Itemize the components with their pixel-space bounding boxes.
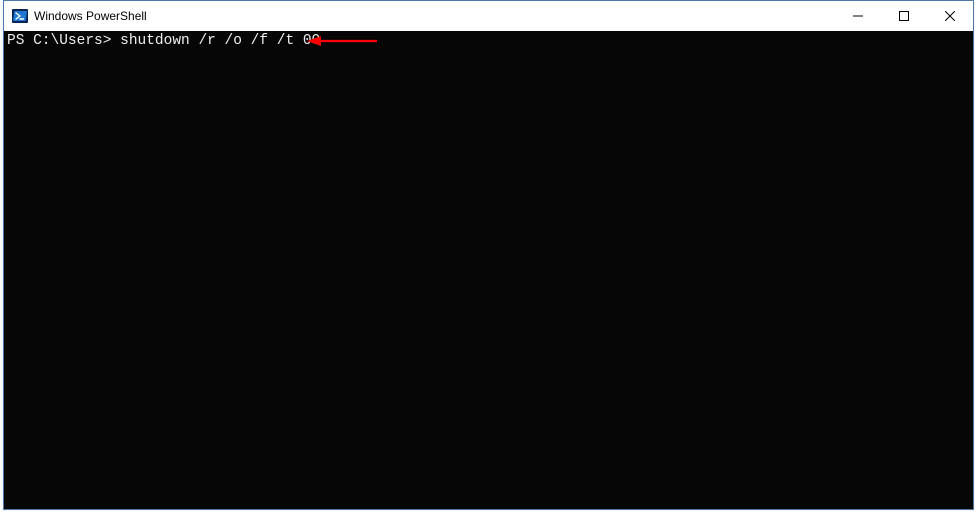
prompt: PS C:\Users> <box>7 33 120 49</box>
close-button[interactable] <box>927 1 973 31</box>
command-text: shutdown /r /o /f /t 00 <box>120 33 320 49</box>
minimize-icon <box>853 11 863 21</box>
powershell-window: Windows PowerShell PS C:\Users> shutdow <box>3 0 974 510</box>
powershell-icon <box>12 8 28 24</box>
titlebar[interactable]: Windows PowerShell <box>4 1 973 31</box>
window-title: Windows PowerShell <box>34 9 835 23</box>
maximize-button[interactable] <box>881 1 927 31</box>
maximize-icon <box>899 11 909 21</box>
window-controls <box>835 1 973 31</box>
terminal-area[interactable]: PS C:\Users> shutdown /r /o /f /t 00 <box>4 31 973 509</box>
terminal-line: PS C:\Users> shutdown /r /o /f /t 00 <box>7 32 973 50</box>
minimize-button[interactable] <box>835 1 881 31</box>
close-icon <box>945 11 955 21</box>
